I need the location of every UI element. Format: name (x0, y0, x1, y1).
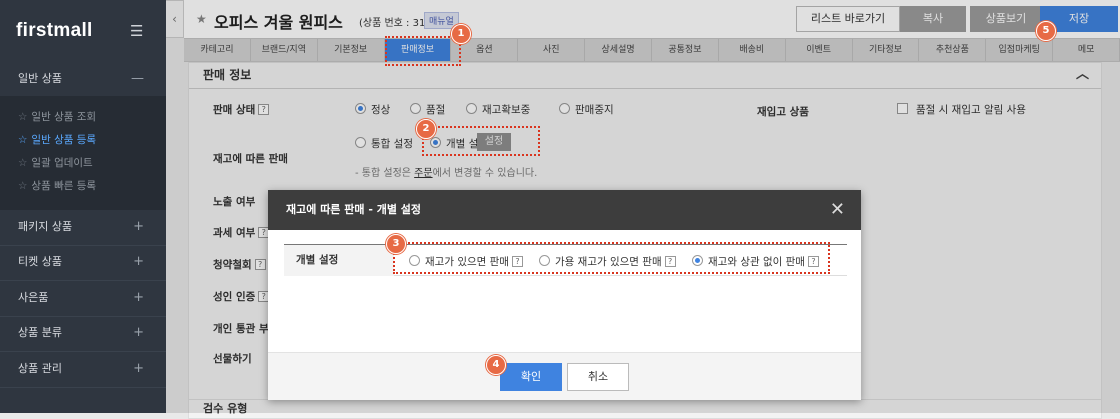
plus-icon: + (133, 219, 144, 234)
plus-icon: + (133, 361, 144, 376)
sidebar-section-label: 상품 관리 (18, 362, 62, 375)
plus-icon: + (133, 290, 144, 305)
sidebar-section-category[interactable]: 상품 분류 + (0, 314, 166, 352)
sidebar-item-product-list[interactable]: ☆ 일반 상품 조회 (0, 106, 166, 129)
sidebar-item-product-register[interactable]: ☆ 일반 상품 등록 (0, 129, 166, 152)
step-badge-1: 1 (451, 24, 471, 44)
sidebar-item-label: 일반 상품 조회 (31, 111, 97, 123)
individual-setting-label: 개별 설정 (284, 245, 394, 276)
sidebar-section-label: 사은품 (18, 291, 49, 304)
logo[interactable]: firstmall (16, 20, 93, 42)
sidebar-section-general[interactable]: 일반 상품 — (0, 60, 166, 98)
sidebar-section-ticket[interactable]: 티켓 상품 + (0, 243, 166, 281)
sidebar-section-label: 티켓 상품 (18, 255, 62, 268)
plus-icon: + (133, 254, 144, 269)
close-icon[interactable]: ✕ (830, 190, 845, 230)
step-badge-4: 4 (486, 355, 506, 375)
star-icon: ☆ (18, 111, 28, 123)
step-badge-5: 5 (1036, 21, 1056, 41)
minus-icon: — (131, 71, 144, 86)
sidebar: firstmall ☰ 일반 상품 — ☆ 일반 상품 조회 ☆ 일반 상품 등록 … (0, 0, 166, 413)
sidebar-section-manage[interactable]: 상품 관리 + (0, 350, 166, 388)
modal-footer: 확인 취소 (268, 352, 861, 400)
step-badge-3: 3 (386, 234, 406, 254)
sidebar-item-bulk-update[interactable]: ☆ 일괄 업데이트 (0, 152, 166, 175)
confirm-button[interactable]: 확인 (500, 363, 562, 391)
sidebar-item-label: 일괄 업데이트 (31, 157, 93, 169)
highlight-tab (385, 36, 461, 66)
sidebar-section-label: 패키지 상품 (18, 220, 73, 233)
plus-icon: + (133, 325, 144, 340)
highlight-individual-setting (422, 126, 540, 156)
modal-title: 재고에 따른 판매 - 개별 설정 (286, 203, 422, 216)
sidebar-section-package[interactable]: 패키지 상품 + (0, 208, 166, 246)
star-icon: ☆ (18, 134, 28, 146)
sidebar-section-gift[interactable]: 사은품 + (0, 279, 166, 317)
step-badge-2: 2 (416, 119, 436, 139)
sidebar-item-quick-register[interactable]: ☆ 상품 빠른 등록 (0, 175, 166, 198)
stock-setting-modal: 재고에 따른 판매 - 개별 설정 ✕ 개별 설정 재고가 있으면 판매? 가용… (268, 190, 861, 400)
sidebar-item-label: 상품 빠른 등록 (31, 180, 97, 192)
sidebar-section-label: 상품 분류 (18, 326, 62, 339)
star-icon: ☆ (18, 180, 28, 192)
highlight-modal-options (393, 242, 830, 274)
sidebar-item-label: 일반 상품 등록 (31, 134, 97, 146)
cancel-button[interactable]: 취소 (567, 363, 629, 391)
sidebar-section-label: 일반 상품 (18, 72, 62, 85)
modal-header: 재고에 따른 판매 - 개별 설정 ✕ (268, 190, 861, 230)
star-icon: ☆ (18, 157, 28, 169)
menu-toggle-icon[interactable]: ☰ (130, 22, 143, 40)
sidebar-submenu: ☆ 일반 상품 조회 ☆ 일반 상품 등록 ☆ 일괄 업데이트 ☆ 상품 빠른 등록 (0, 96, 166, 210)
